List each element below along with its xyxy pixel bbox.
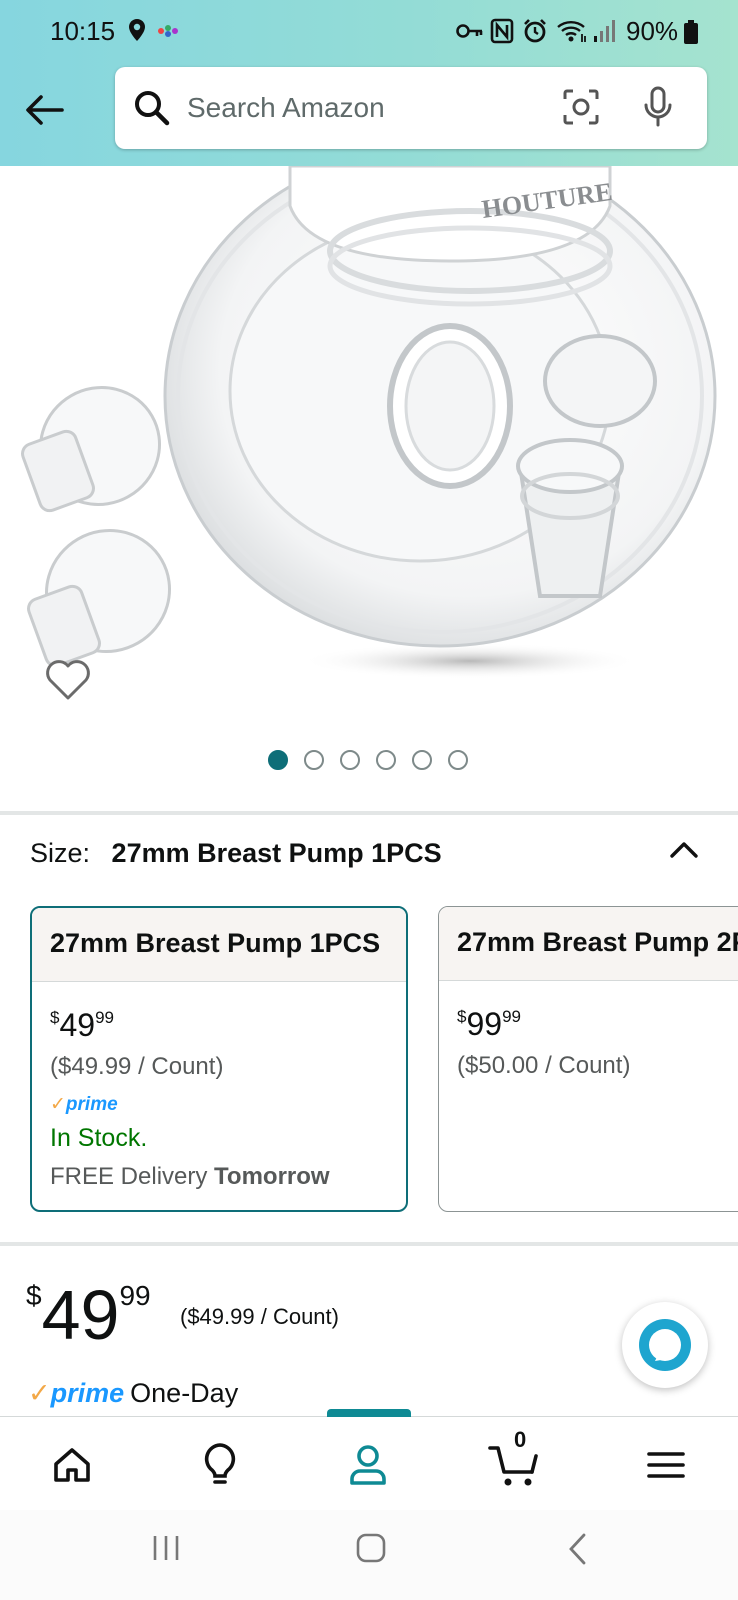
home-square-icon: [356, 1533, 386, 1563]
cart-count: 0: [514, 1427, 527, 1452]
nav-inspire[interactable]: [190, 1437, 250, 1493]
location-icon: [128, 18, 146, 47]
home-icon: [54, 1448, 90, 1482]
size-selector-header[interactable]: Size: 27mm Breast Pump 1PCS: [30, 838, 442, 869]
account-icon: [350, 1445, 386, 1485]
option-title: 27mm Breast Pump 1PCS: [32, 908, 406, 982]
top-header: 10:15 90%: [0, 0, 738, 166]
delivery-info: FREE Delivery Tomorrow: [50, 1163, 330, 1190]
carousel-dot-1[interactable]: [268, 750, 288, 770]
buybox-price: $4999: [26, 1276, 151, 1354]
chevron-up-icon[interactable]: [668, 838, 700, 865]
alarm-icon: [522, 18, 548, 49]
search-icon[interactable]: [133, 89, 171, 132]
breast-pump-illustration: HOUTURE: [21, 166, 717, 679]
alexa-icon: [639, 1319, 691, 1371]
section-divider: [0, 1242, 738, 1246]
search-bar[interactable]: [115, 67, 707, 149]
chevron-left-icon: [569, 1533, 586, 1565]
carousel-dot-5[interactable]: [412, 750, 432, 770]
stock-status: In Stock.: [50, 1124, 148, 1152]
prime-check-icon: ✓: [50, 1094, 66, 1115]
prime-delivery-badge: ✓prime One-Day: [28, 1378, 239, 1408]
section-divider: [0, 811, 738, 815]
active-tab-indicator: [327, 1409, 411, 1417]
nav-home[interactable]: [42, 1437, 102, 1493]
status-bar: 10:15 90%: [0, 0, 738, 62]
battery-icon: [684, 20, 698, 49]
heart-wishlist-icon[interactable]: [44, 658, 92, 707]
option-unit-price: ($50.00 / Count): [457, 1052, 631, 1079]
option-title: 27mm Breast Pump 2PCS: [439, 907, 738, 981]
product-image[interactable]: HOUTURE: [0, 166, 738, 721]
carousel-dot-6[interactable]: [448, 750, 468, 770]
size-value: 27mm Breast Pump 1PCS: [111, 838, 442, 868]
size-option-2pcs[interactable]: 27mm Breast Pump 2PCS $9999 ($50.00 / Co…: [438, 906, 738, 1212]
nfc-icon: [490, 18, 514, 49]
carousel-dot-4[interactable]: [376, 750, 396, 770]
signal-icon: [592, 18, 618, 49]
system-navigation-bar: [0, 1510, 738, 1600]
alexa-button[interactable]: [622, 1302, 708, 1388]
prime-badge: ✓prime: [50, 1094, 118, 1115]
app-notification-icon: [156, 24, 180, 43]
status-time: 10:15: [50, 16, 116, 46]
home-button[interactable]: [355, 1532, 387, 1569]
size-label: Size:: [30, 838, 91, 868]
lightbulb-icon: [204, 1443, 236, 1484]
bottom-navigation: [0, 1409, 738, 1508]
option-price: $4999: [50, 1007, 114, 1043]
back-arrow-icon: [26, 95, 64, 125]
search-input[interactable]: [187, 85, 547, 131]
microphone-icon[interactable]: [642, 85, 674, 134]
option-unit-price: ($49.99 / Count): [50, 1053, 224, 1080]
hamburger-menu-icon: [647, 1452, 685, 1478]
size-option-1pcs[interactable]: 27mm Breast Pump 1PCS $4999 ($49.99 / Co…: [30, 906, 408, 1212]
recent-apps-button[interactable]: [150, 1532, 182, 1569]
prime-check-icon: ✓: [28, 1378, 51, 1408]
vpn-key-icon: [456, 22, 484, 45]
carousel-dot-3[interactable]: [340, 750, 360, 770]
buybox-unit-price: ($49.99 / Count): [180, 1304, 339, 1329]
back-button[interactable]: [20, 86, 68, 134]
battery-level: 90%: [626, 16, 679, 46]
nav-account[interactable]: [338, 1437, 398, 1493]
nav-menu[interactable]: [636, 1437, 696, 1493]
wifi-icon: [556, 18, 588, 49]
option-price: $9999: [457, 1006, 521, 1042]
carousel-dot-2[interactable]: [304, 750, 324, 770]
system-back-button[interactable]: [566, 1532, 590, 1571]
image-carousel-dots: [268, 750, 468, 770]
camera-search-icon[interactable]: [561, 87, 601, 132]
recent-apps-icon: [153, 1536, 179, 1560]
